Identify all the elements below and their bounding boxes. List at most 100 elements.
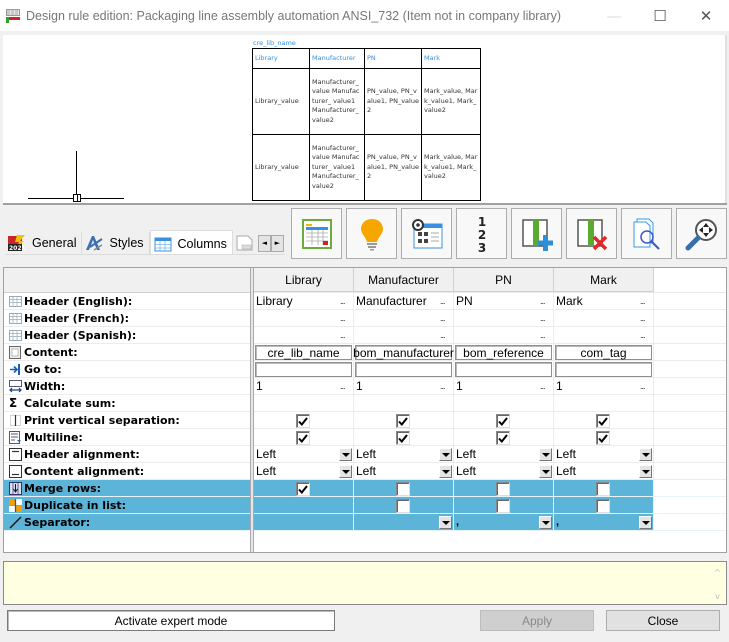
header-english-cell[interactable]: Manufacturer... [354, 293, 454, 309]
width-cell[interactable]: 1... [254, 378, 354, 394]
tab-scroll-left-button[interactable]: ◄ [257, 234, 271, 252]
header-alignment-select[interactable]: Left [554, 446, 654, 462]
calculate-sum-cell[interactable] [554, 395, 654, 411]
dropdown-arrow-icon[interactable] [439, 448, 452, 461]
minimize-button[interactable]: — [591, 0, 637, 31]
header-spanish-cell[interactable]: ... [454, 327, 554, 343]
content-alignment-select[interactable]: Left [254, 463, 354, 479]
tab-scroll-right-button[interactable]: ► [270, 234, 284, 252]
property-header-french[interactable]: Header (French): [4, 310, 250, 327]
separator-select[interactable] [354, 514, 454, 530]
goto-field[interactable] [555, 362, 652, 377]
maximize-button[interactable]: ☐ [637, 0, 683, 31]
dropdown-arrow-icon[interactable] [439, 465, 452, 478]
ellipsis-button[interactable]: ... [340, 296, 350, 306]
merge-rows-checkbox[interactable] [296, 482, 310, 496]
column-header-manufacturer[interactable]: Manufacturer [354, 268, 454, 292]
tab-columns[interactable]: Columns [149, 230, 233, 254]
duplicate-in-list-checkbox[interactable] [396, 499, 410, 513]
settings-button[interactable] [401, 208, 452, 259]
ellipsis-button[interactable]: ... [440, 313, 450, 323]
header-french-cell[interactable]: ... [354, 310, 454, 326]
delete-column-button[interactable] [566, 208, 617, 259]
column-header-mark[interactable]: Mark [554, 268, 654, 292]
ellipsis-button[interactable]: ... [640, 330, 650, 340]
print-vertical-separation-checkbox[interactable] [496, 414, 510, 428]
header-french-cell[interactable]: ... [454, 310, 554, 326]
tab-overflow[interactable] [233, 232, 256, 254]
dropdown-arrow-icon[interactable] [439, 516, 452, 529]
merge-rows-checkbox[interactable] [596, 482, 610, 496]
property-duplicate-in-list[interactable]: Duplicate in list: [4, 497, 250, 514]
goto-field[interactable] [455, 362, 552, 377]
merge-rows-checkbox[interactable] [496, 482, 510, 496]
numbering-button[interactable]: 123 [456, 208, 507, 259]
insertion-point-handle[interactable] [73, 194, 81, 202]
width-cell[interactable]: 1... [554, 378, 654, 394]
zoom-fit-button[interactable] [676, 208, 727, 259]
print-vertical-separation-checkbox[interactable] [296, 414, 310, 428]
goto-field[interactable] [355, 362, 452, 377]
ellipsis-button[interactable]: ... [340, 381, 350, 391]
header-french-cell[interactable]: ... [254, 310, 354, 326]
message-area[interactable]: ^ v [3, 561, 727, 605]
table-layout-button[interactable] [291, 208, 342, 259]
header-alignment-select[interactable]: Left [354, 446, 454, 462]
property-print-vertical-separation[interactable]: Print vertical separation: [4, 412, 250, 429]
content-field[interactable]: bom_manufacturer [353, 345, 454, 360]
ellipsis-button[interactable]: ... [540, 381, 550, 391]
scroll-up-icon[interactable]: ^ [714, 568, 721, 577]
ellipsis-button[interactable]: ... [440, 296, 450, 306]
ellipsis-button[interactable]: ... [340, 330, 350, 340]
dropdown-arrow-icon[interactable] [339, 448, 352, 461]
separator-select[interactable]: , [454, 514, 554, 530]
property-goto[interactable]: Go to: [4, 361, 250, 378]
property-content-alignment[interactable]: Content alignment: [4, 463, 250, 480]
tips-button[interactable] [346, 208, 397, 259]
preview-splitter[interactable] [3, 203, 727, 205]
ellipsis-button[interactable]: ... [540, 313, 550, 323]
activate-expert-mode-button[interactable]: Activate expert mode [7, 610, 335, 631]
merge-rows-checkbox[interactable] [396, 482, 410, 496]
property-content[interactable]: Content: [4, 344, 250, 361]
multiline-checkbox[interactable] [296, 431, 310, 445]
separator-select[interactable]: , [554, 514, 654, 530]
calculate-sum-cell[interactable] [354, 395, 454, 411]
dropdown-arrow-icon[interactable] [639, 516, 652, 529]
header-english-cell[interactable]: Mark... [554, 293, 654, 309]
ellipsis-button[interactable]: ... [640, 296, 650, 306]
print-vertical-separation-checkbox[interactable] [396, 414, 410, 428]
property-width[interactable]: Width: [4, 378, 250, 395]
dropdown-arrow-icon[interactable] [539, 448, 552, 461]
message-scrollbar[interactable]: ^ v [709, 562, 726, 604]
property-calculate-sum[interactable]: Σ Calculate sum: [4, 395, 250, 412]
close-window-button[interactable]: ✕ [683, 0, 729, 31]
tab-styles[interactable]: Styles [82, 232, 150, 254]
column-header-pn[interactable]: PN [454, 268, 554, 292]
header-spanish-cell[interactable]: ... [554, 327, 654, 343]
duplicate-in-list-checkbox[interactable] [496, 499, 510, 513]
multiline-checkbox[interactable] [596, 431, 610, 445]
dropdown-arrow-icon[interactable] [639, 448, 652, 461]
ellipsis-button[interactable]: ... [440, 381, 450, 391]
content-alignment-select[interactable]: Left [354, 463, 454, 479]
content-field[interactable]: bom_reference [455, 345, 552, 360]
dropdown-arrow-icon[interactable] [639, 465, 652, 478]
calculate-sum-cell[interactable] [454, 395, 554, 411]
preview-document-button[interactable] [621, 208, 672, 259]
property-separator[interactable]: Separator: [4, 514, 250, 531]
property-merge-rows[interactable]: Merge rows: [4, 480, 250, 497]
property-multiline[interactable]: Multiline: [4, 429, 250, 446]
close-button[interactable]: Close [606, 610, 720, 631]
header-french-cell[interactable]: ... [554, 310, 654, 326]
property-header-spanish[interactable]: Header (Spanish): [4, 327, 250, 344]
multiline-checkbox[interactable] [496, 431, 510, 445]
content-alignment-select[interactable]: Left [454, 463, 554, 479]
print-vertical-separation-checkbox[interactable] [596, 414, 610, 428]
header-spanish-cell[interactable]: ... [254, 327, 354, 343]
dropdown-arrow-icon[interactable] [339, 465, 352, 478]
header-spanish-cell[interactable]: ... [354, 327, 454, 343]
header-english-cell[interactable]: Library... [254, 293, 354, 309]
goto-field[interactable] [255, 362, 352, 377]
duplicate-in-list-checkbox[interactable] [596, 499, 610, 513]
